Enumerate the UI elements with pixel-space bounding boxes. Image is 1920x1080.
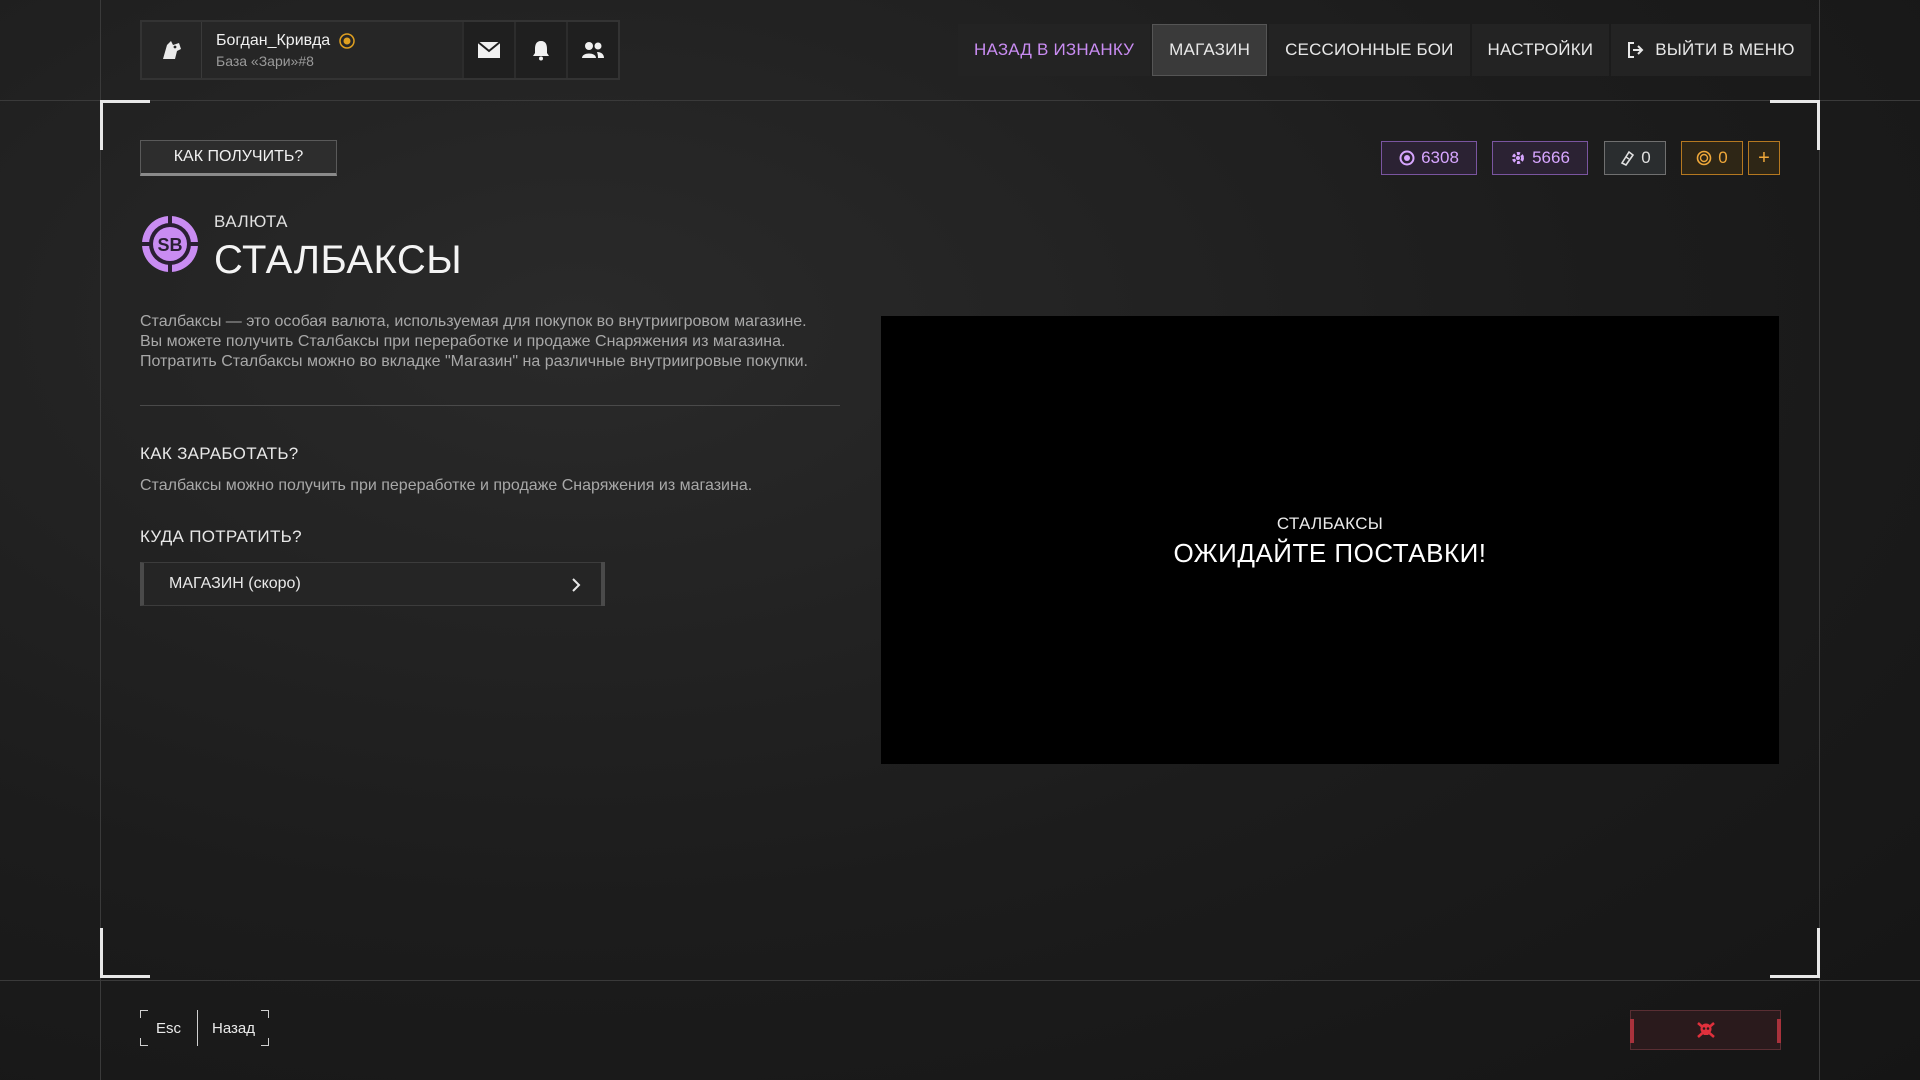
nav-settings[interactable]: НАСТРОЙКИ xyxy=(1471,24,1610,76)
base-name: База «Зари»#8 xyxy=(216,52,314,69)
frame-line-right xyxy=(1819,0,1820,1080)
profile-panel: Богдан_Кривда База «Зари»#8 xyxy=(140,20,620,80)
username-row: Богдан_Кривда xyxy=(216,32,462,50)
nav-exit-menu-label: ВЫЙТИ В МЕНЮ xyxy=(1655,40,1795,59)
frame-line-left xyxy=(100,0,101,1080)
earn-heading: КАК ЗАРАБОТАТЬ? xyxy=(140,444,299,463)
desc-line: Сталбаксы — это особая валюта, используе… xyxy=(140,313,807,330)
bell-icon xyxy=(533,41,549,61)
currency-kicker: ВАЛЮТА xyxy=(214,212,289,231)
back-button[interactable]: Назад xyxy=(197,1010,269,1046)
report-edge xyxy=(1630,1019,1634,1043)
ticket-icon xyxy=(1621,150,1635,166)
currency-parts[interactable]: 5666 xyxy=(1492,141,1588,175)
divider xyxy=(140,405,840,406)
frame-line-top xyxy=(0,100,1920,101)
nav-session-battles[interactable]: СЕССИОННЫЕ БОИ xyxy=(1269,24,1470,76)
top-nav: НАЗАД В ИЗНАНКУ МАГАЗИН СЕССИОННЫЕ БОИ Н… xyxy=(958,24,1811,76)
frame-line-bottom xyxy=(0,980,1920,981)
desc-line: Потратить Сталбаксы можно во вкладке "Ма… xyxy=(140,353,808,370)
nav-exit-menu[interactable]: ВЫЙТИ В МЕНЮ xyxy=(1611,24,1811,76)
esc-key[interactable]: Esc xyxy=(140,1010,197,1046)
desc-line: Вы можете получить Сталбаксы при перераб… xyxy=(140,333,786,350)
currency-gold[interactable]: 0 xyxy=(1681,141,1743,175)
preview-kicker: СТАЛБАКСЫ xyxy=(1276,514,1384,533)
currency-tickets[interactable]: 0 xyxy=(1604,141,1666,175)
coin-icon xyxy=(1399,150,1415,166)
avatar[interactable] xyxy=(142,22,202,78)
mail-icon xyxy=(477,41,501,58)
badge-icon xyxy=(339,32,355,49)
notifications-button[interactable] xyxy=(514,22,566,78)
currency-stalbucks-value: 6308 xyxy=(1421,148,1459,167)
chevron-right-icon xyxy=(572,578,581,592)
currency-stalbucks[interactable]: 6308 xyxy=(1381,141,1477,175)
report-button[interactable] xyxy=(1630,1010,1781,1050)
currency-parts-value: 5666 xyxy=(1532,148,1570,167)
earn-text: Сталбаксы можно получить при переработке… xyxy=(140,477,753,494)
username: Богдан_Кривда xyxy=(216,31,331,49)
frame-corner xyxy=(1770,928,1820,978)
currency-title: СТАЛБАКСЫ xyxy=(214,238,463,282)
skull-icon xyxy=(1696,1022,1715,1038)
exit-icon xyxy=(1628,42,1644,58)
shop-link-label: МАГАЗИН (скоро) xyxy=(169,575,301,592)
preview-title: ОЖИДАЙТЕ ПОСТАВКИ! xyxy=(1173,538,1487,568)
nav-back-to-inside[interactable]: НАЗАД В ИЗНАНКУ xyxy=(958,24,1151,76)
currency-gold-value: 0 xyxy=(1718,148,1728,167)
wolf-icon xyxy=(162,41,181,59)
user-info: Богдан_Кривда База «Зари»#8 xyxy=(202,32,462,69)
how-to-get-button[interactable]: КАК ПОЛУЧИТЬ? xyxy=(140,140,337,176)
frame-corner xyxy=(100,928,150,978)
report-edge xyxy=(1777,1019,1781,1043)
mail-button[interactable] xyxy=(462,22,514,78)
gold-coin-icon xyxy=(1696,150,1712,166)
currency-description: Сталбаксы — это особая валюта, используе… xyxy=(140,312,860,372)
spend-heading: КУДА ПОТРАТИТЬ? xyxy=(140,527,302,546)
coin-text: SB xyxy=(157,235,182,255)
currency-tickets-value: 0 xyxy=(1641,148,1651,167)
stalbucks-coin-icon: SB xyxy=(140,214,200,274)
shop-link[interactable]: МАГАЗИН (скоро) xyxy=(140,562,605,606)
add-currency-button[interactable]: + xyxy=(1748,141,1780,175)
friends-icon xyxy=(582,42,604,58)
friends-button[interactable] xyxy=(566,22,618,78)
preview-panel: СТАЛБАКСЫ ОЖИДАЙТЕ ПОСТАВКИ! xyxy=(881,316,1779,764)
shop-link-edge xyxy=(601,562,605,606)
nav-shop[interactable]: МАГАЗИН xyxy=(1152,24,1268,76)
gear-currency-icon xyxy=(1512,152,1525,164)
